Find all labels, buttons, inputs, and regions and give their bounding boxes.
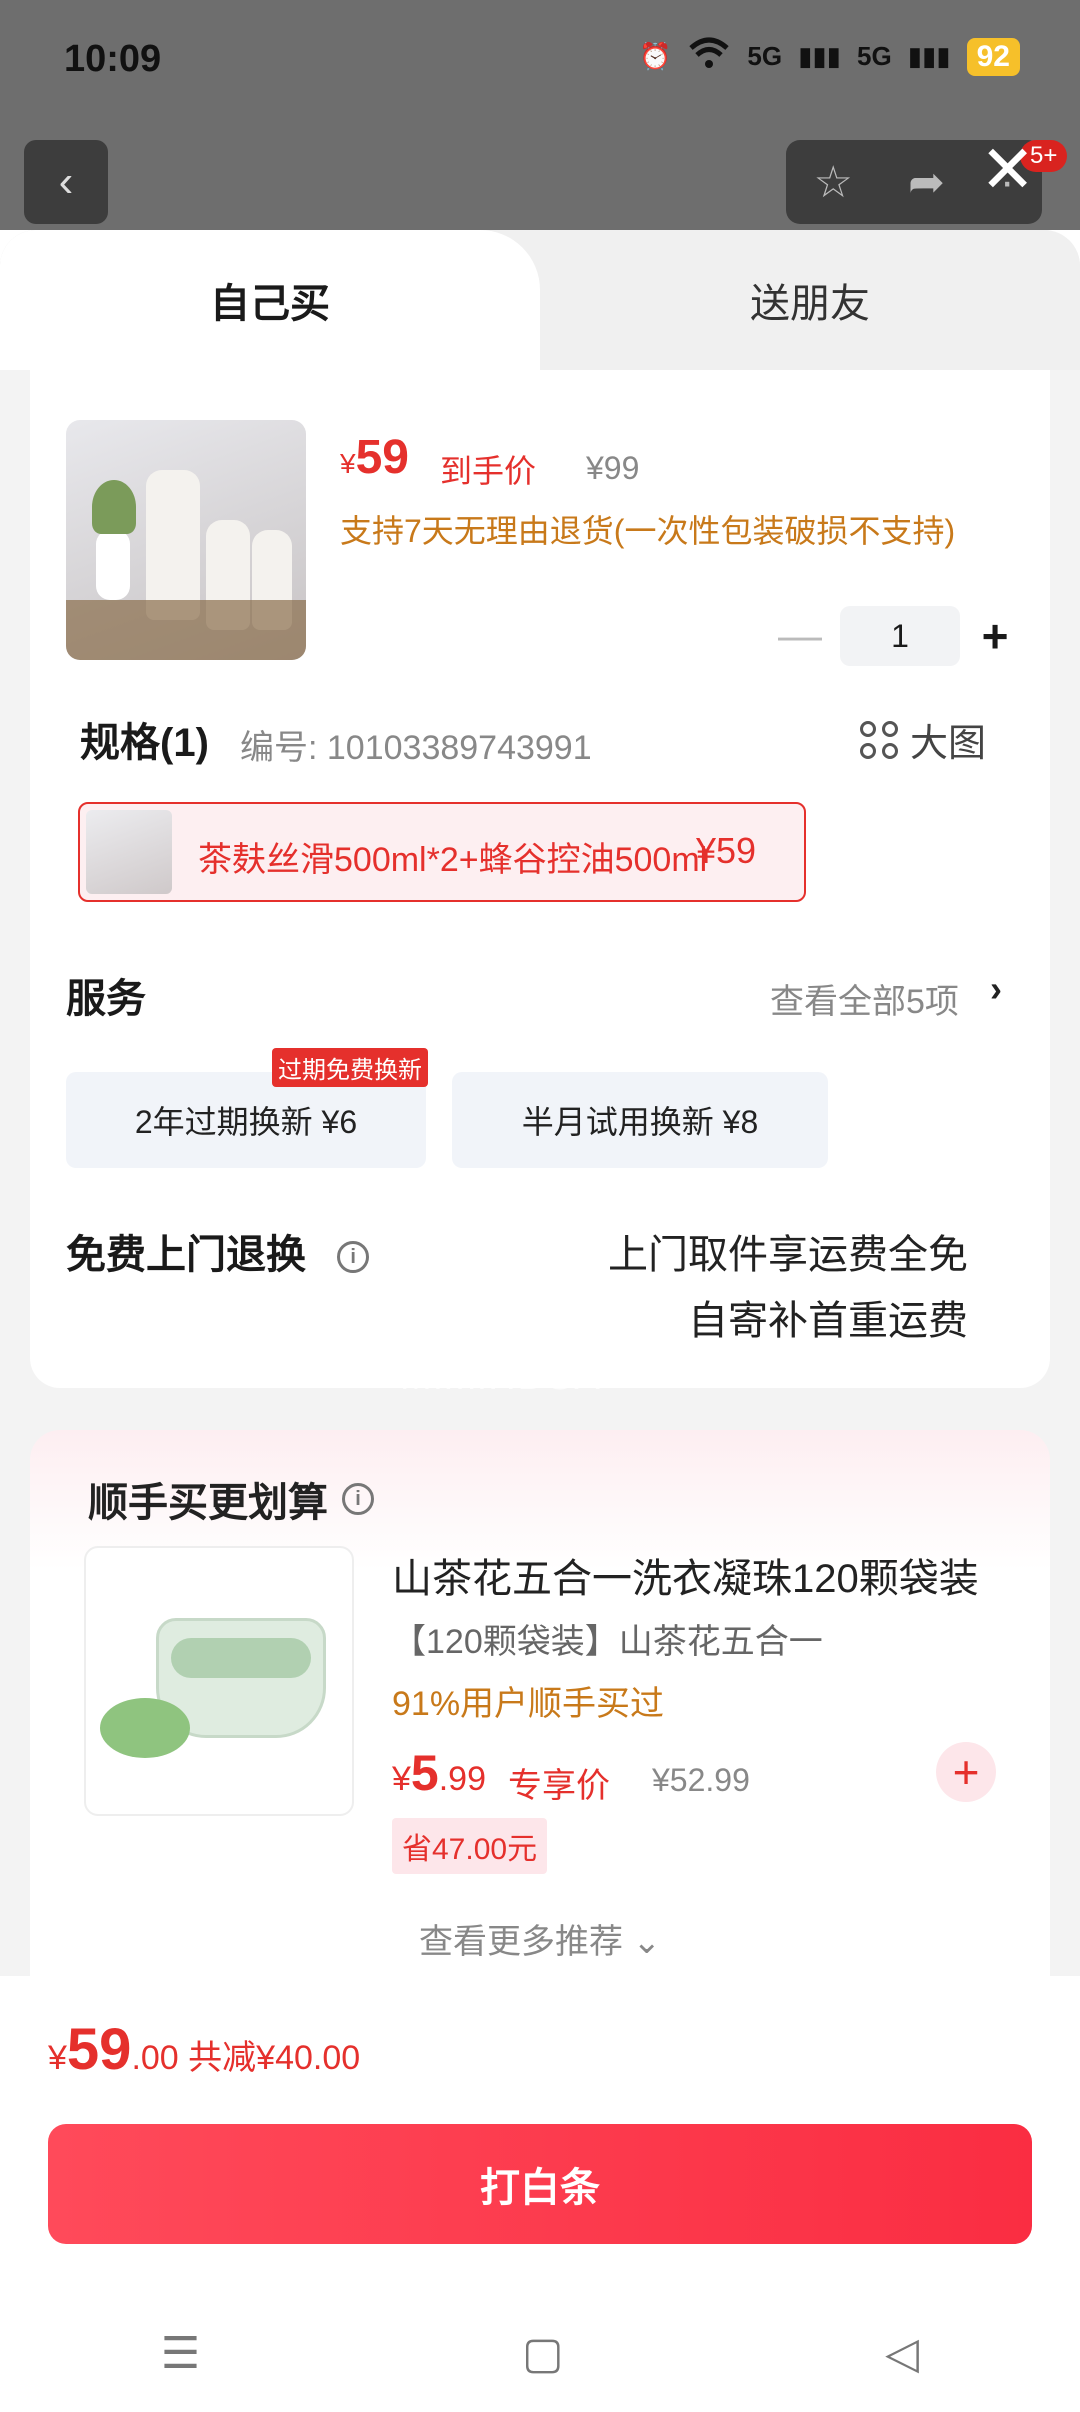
option-price: ¥59 (696, 830, 757, 871)
spec-code: 编号: 10103389743991 (240, 729, 592, 767)
signal-bars-icon-2: ▮▮▮ (907, 41, 951, 71)
services-title: 服务 (66, 977, 146, 1021)
home-icon[interactable]: ▢ (522, 2328, 564, 2379)
spec-option-selected[interactable]: 茶麸丝滑500ml*2+蜂谷控油500ml ¥59 (78, 802, 806, 902)
checkout-button[interactable]: 打白条 (48, 2124, 1032, 2244)
share-icon[interactable]: ➦ (908, 157, 945, 208)
status-icons: ⏰ 5G ▮▮▮ 5G ▮▮▮ 92 (639, 36, 1020, 77)
free-return-line2: 自寄补首重运费 (688, 1299, 968, 1343)
spec-title: 规格(1) (80, 721, 209, 765)
recommend-title: 顺手买更划算 i (88, 1470, 374, 1528)
option-text: 茶麸丝滑500ml*2+蜂谷控油500ml (198, 841, 708, 879)
service-option-trial[interactable]: 半月试用换新 ¥8 (452, 1072, 828, 1168)
signal-5g-icon-2: 5G (857, 41, 892, 71)
service-tag: 过期免费换新 (272, 1048, 428, 1087)
system-nav-bar: ☰ ▢ ◁ (0, 2294, 1080, 2412)
services-view-all[interactable]: 查看全部5项 (770, 974, 959, 1023)
free-return-line1: 上门取件享运费全免 (608, 1233, 968, 1277)
back-button[interactable]: ‹ (24, 140, 108, 224)
chevron-right-icon[interactable]: › (990, 968, 1002, 1010)
big-image-label: 大图 (910, 723, 987, 765)
menu-icon[interactable]: ☰ (161, 2328, 200, 2379)
tab-bar: 自己买 送朋友 (0, 230, 1080, 370)
product-image[interactable] (66, 420, 306, 660)
info-icon[interactable]: i (337, 1241, 370, 1274)
grid-icon (860, 720, 898, 759)
status-bar: 10:09 ⏰ 5G ▮▮▮ 5G ▮▮▮ 92 (0, 0, 1080, 130)
recommend-item-name[interactable]: 山茶花五合一洗衣凝珠120颗袋装 (392, 1546, 1012, 1604)
signal-5g-icon: 5G (747, 41, 783, 71)
recommend-item-old-price: ¥52.99 (652, 1762, 750, 1798)
recommend-item-rate: 91%用户顺手买过 (392, 1685, 665, 1723)
watermark: MimiHDSA (400, 1356, 602, 1398)
quantity-minus-button[interactable]: — (770, 611, 830, 661)
quantity-input[interactable]: 1 (840, 606, 960, 666)
original-price: ¥99 (586, 450, 640, 486)
back-icon: ‹ (58, 157, 74, 206)
recommend-item-save: 省47.00元 (392, 1818, 548, 1874)
alarm-icon: ⏰ (639, 41, 672, 71)
view-more-recommend[interactable]: 查看更多推荐 ⌄ (30, 1914, 1050, 1963)
star-icon[interactable]: ☆ (814, 157, 853, 208)
tab-gift-friend[interactable]: 送朋友 (540, 230, 1080, 370)
signal-bars-icon: ▮▮▮ (798, 41, 841, 71)
free-return-title: 免费上门退换 i (66, 1222, 370, 1280)
info-icon[interactable]: i (342, 1483, 374, 1515)
close-icon[interactable]: ✕ (980, 134, 1035, 204)
big-image-button[interactable]: 大图 (860, 712, 986, 767)
total-price: ¥59.00 共减¥40.00 (48, 2017, 361, 2082)
add-recommend-button[interactable]: + (936, 1742, 996, 1802)
refund-policy: 支持7天无理由退货(一次性包装破损不支持) (340, 513, 956, 549)
tab-self-buy[interactable]: 自己买 (0, 230, 540, 370)
product-card: ¥59 到手价 ¥99 支持7天无理由退货(一次性包装破损不支持) — 1 + … (30, 370, 1050, 1388)
wifi-icon (687, 36, 731, 77)
battery-indicator: 92 (966, 37, 1020, 76)
recommend-item-sub: 【120颗袋装】山茶花五合一 (392, 1623, 823, 1661)
current-price: ¥59 (340, 431, 409, 484)
quantity-plus-button[interactable]: + (970, 609, 1020, 663)
status-time: 10:09 (64, 38, 162, 80)
recommend-product-image[interactable] (84, 1546, 354, 1816)
recommend-item-price: ¥5.99 (392, 1745, 486, 1801)
option-thumbnail (86, 810, 172, 894)
recommend-item-label: 专享价 (508, 1767, 610, 1805)
price-label: 到手价 (440, 453, 537, 489)
back-nav-icon[interactable]: ◁ (885, 2328, 919, 2379)
quantity-stepper: — 1 + (770, 606, 1020, 666)
